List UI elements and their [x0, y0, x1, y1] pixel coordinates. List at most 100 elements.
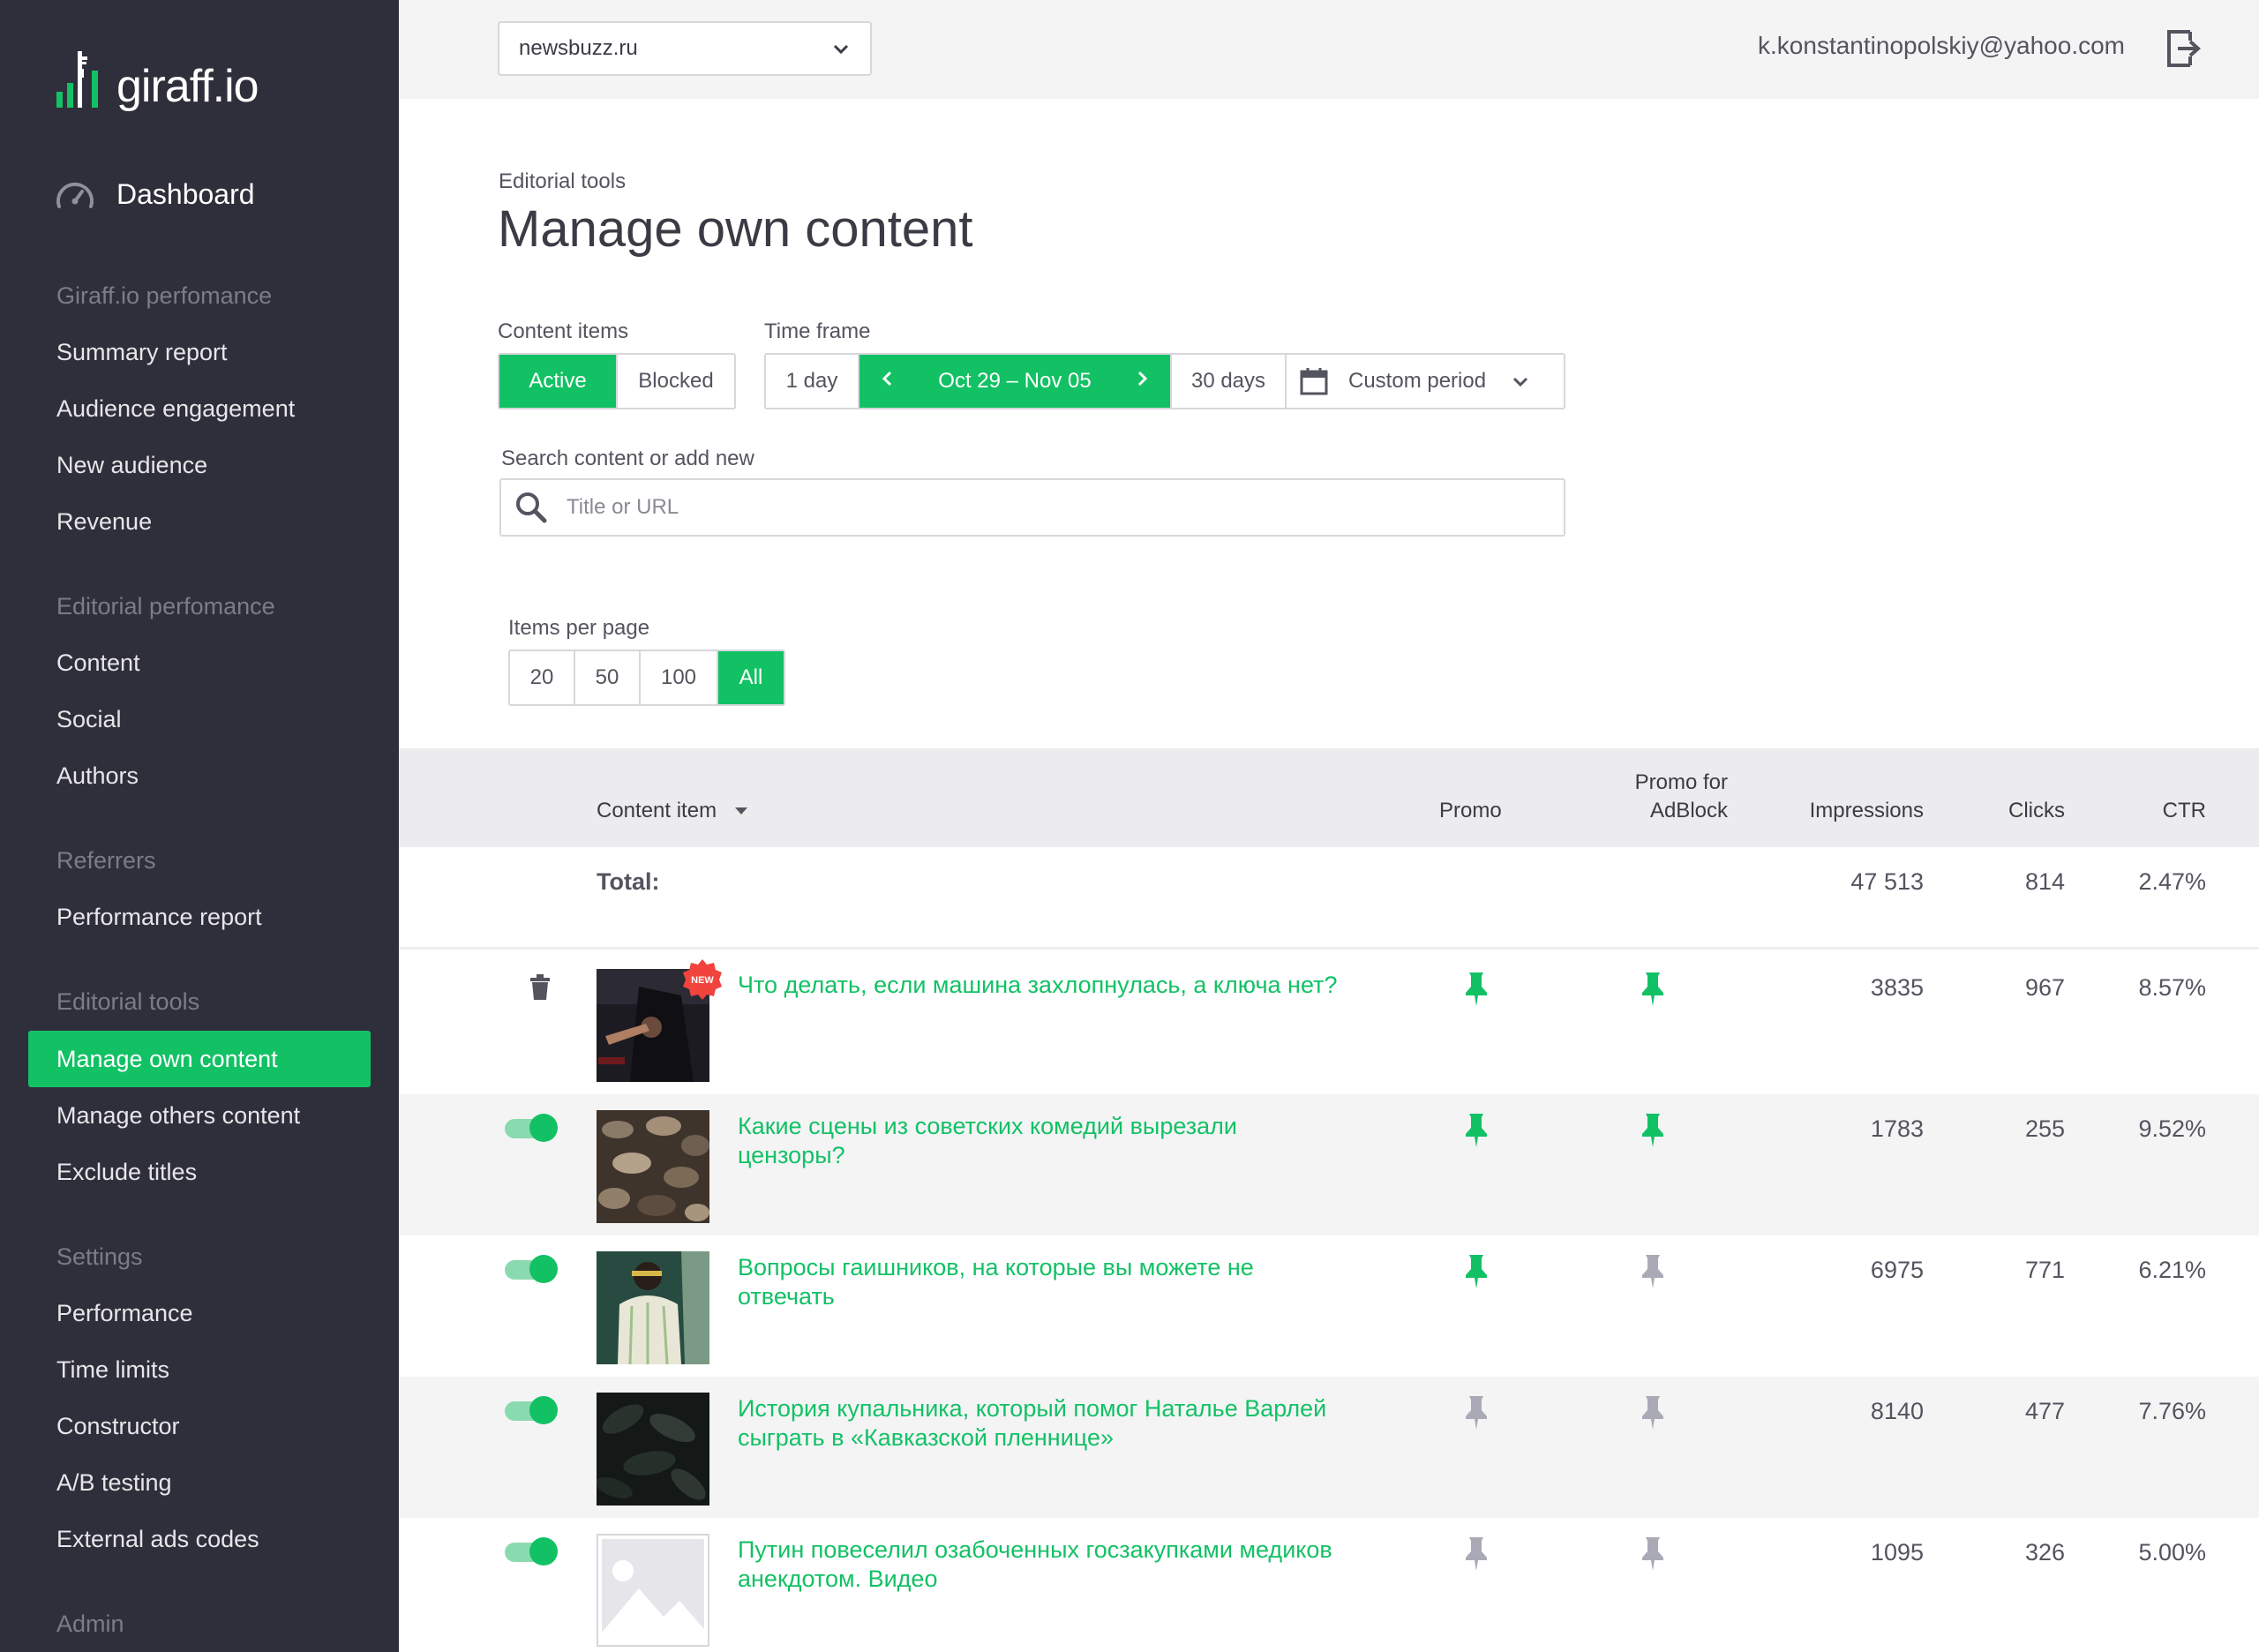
promo-adblock-pin-icon[interactable]: [1641, 1112, 1664, 1152]
column-header-content-item[interactable]: Content item: [597, 797, 748, 825]
content-items-toggle: Active Blocked: [498, 353, 736, 409]
promo-pin-icon[interactable]: [1465, 971, 1488, 1010]
trash-icon[interactable]: [529, 974, 551, 1005]
sidebar-item-time-limits[interactable]: Time limits: [56, 1356, 169, 1384]
time-frame-range: Oct 29 – Nov 05: [859, 355, 1172, 408]
content-title-link[interactable]: Что делать, если машина захлопнулась, а …: [738, 971, 1338, 1000]
promo-pin-icon[interactable]: [1465, 1112, 1488, 1152]
sidebar-item-performance[interactable]: Performance: [56, 1300, 193, 1327]
search-label: Search content or add new: [501, 447, 754, 470]
content-title-link[interactable]: Какие сцены из советских комедий вырезал…: [738, 1112, 1338, 1170]
total-impressions: 47 513: [1850, 868, 1924, 895]
giraffe-bars-icon: [56, 51, 98, 108]
promo-adblock-pin-icon[interactable]: [1641, 971, 1664, 1010]
active-toggle[interactable]: [505, 1114, 558, 1142]
total-clicks: 814: [2024, 868, 2065, 895]
sidebar-section-giraff-performance: Giraff.io perfomance: [56, 282, 273, 309]
row-clicks: 255: [2024, 1115, 2065, 1142]
column-header-impressions[interactable]: Impressions: [1758, 797, 1924, 825]
search-field[interactable]: Title or URL: [499, 478, 1565, 537]
row-impressions: 3835: [1870, 974, 1924, 1001]
table-row: История купальника, который помог Наталь…: [399, 1377, 2259, 1518]
column-header-promo-adblock[interactable]: Promo for AdBlock: [1581, 769, 1728, 825]
table-header: Content item Promo Promo for AdBlock Imp…: [399, 748, 2259, 847]
image-placeholder-icon[interactable]: [597, 1534, 709, 1647]
sidebar-item-authors[interactable]: Authors: [56, 762, 139, 790]
chevron-down-icon: [831, 39, 851, 64]
items-per-page-label: Items per page: [508, 616, 650, 640]
time-frame-30-days-button[interactable]: 30 days: [1172, 355, 1287, 408]
breadcrumb[interactable]: Editorial tools: [499, 169, 626, 194]
column-header-content-item-label: Content item: [597, 799, 717, 822]
row-ctr: 6.21%: [2138, 1257, 2206, 1283]
sidebar-section-settings: Settings: [56, 1243, 143, 1270]
per-page-50-button[interactable]: 50: [575, 651, 641, 704]
per-page-20-button[interactable]: 20: [510, 651, 575, 704]
sidebar-section-editorial-performance: Editorial perfomance: [56, 593, 275, 620]
sidebar-item-content[interactable]: Content: [56, 650, 140, 677]
sidebar-item-manage-own-content[interactable]: Manage own content: [28, 1031, 371, 1087]
column-header-ctr[interactable]: CTR: [2093, 797, 2206, 825]
sidebar-item-exclude-titles[interactable]: Exclude titles: [56, 1159, 197, 1186]
active-toggle[interactable]: [505, 1537, 558, 1566]
brand-logo[interactable]: giraff.io: [55, 41, 259, 111]
row-impressions: 6975: [1870, 1257, 1924, 1283]
logout-icon[interactable]: [2165, 28, 2203, 73]
sidebar-item-summary-report[interactable]: Summary report: [56, 339, 228, 366]
table-row: Вопросы гаишников, на которые вы можете …: [399, 1235, 2259, 1377]
site-select[interactable]: newsbuzz.ru: [498, 21, 872, 76]
promo-adblock-pin-icon[interactable]: [1641, 1536, 1664, 1575]
column-header-promo[interactable]: Promo: [1439, 797, 1502, 825]
row-clicks: 967: [2024, 974, 2065, 1001]
time-frame-control: 1 day Oct 29 – Nov 05 30 days Custom per…: [764, 353, 1565, 409]
sidebar-item-social[interactable]: Social: [56, 706, 122, 733]
promo-adblock-pin-icon[interactable]: [1641, 1394, 1664, 1434]
per-page-100-button[interactable]: 100: [641, 651, 718, 704]
active-toggle[interactable]: [505, 1396, 558, 1424]
chevron-left-icon[interactable]: [881, 369, 895, 394]
time-frame-label: Time frame: [764, 319, 871, 343]
sidebar-item-ab-testing[interactable]: A/B testing: [56, 1469, 172, 1497]
table-row: Путин повеселил озабоченных госзакупками…: [399, 1518, 2259, 1652]
sidebar-item-performance-report[interactable]: Performance report: [56, 904, 262, 931]
content-items-label: Content items: [498, 319, 629, 343]
content-thumbnail[interactable]: [597, 1393, 709, 1506]
user-email: k.konstantinopolskiy@yahoo.com: [1758, 32, 2125, 59]
sidebar-item-audience-engagement[interactable]: Audience engagement: [56, 395, 295, 423]
sidebar-item-constructor[interactable]: Constructor: [56, 1413, 180, 1440]
new-badge-text: NEW: [691, 975, 714, 986]
content-title-link[interactable]: Путин повеселил озабоченных госзакупками…: [738, 1536, 1338, 1594]
promo-pin-icon[interactable]: [1465, 1253, 1488, 1293]
time-frame-1-day-button[interactable]: 1 day: [766, 355, 859, 408]
sidebar-item-revenue[interactable]: Revenue: [56, 508, 152, 536]
table-row: Какие сцены из советских комедий вырезал…: [399, 1094, 2259, 1235]
search-input[interactable]: Title or URL: [567, 495, 679, 520]
calendar-icon: [1299, 366, 1329, 396]
promo-pin-icon[interactable]: [1465, 1394, 1488, 1434]
content-title-link[interactable]: История купальника, который помог Наталь…: [738, 1394, 1338, 1453]
sidebar-item-new-audience[interactable]: New audience: [56, 452, 207, 479]
content-title-link[interactable]: Вопросы гаишников, на которые вы можете …: [738, 1253, 1338, 1311]
content-items-blocked-button[interactable]: Blocked: [618, 355, 734, 408]
content-thumbnail[interactable]: [597, 1110, 709, 1223]
sidebar-item-manage-others-content[interactable]: Manage others content: [56, 1102, 300, 1130]
active-toggle[interactable]: [505, 1255, 558, 1283]
column-header-promo-adblock-line1: Promo for: [1634, 770, 1728, 794]
sidebar-item-external-ads-codes[interactable]: External ads codes: [56, 1526, 259, 1553]
sidebar-section-referrers: Referrers: [56, 847, 156, 874]
promo-pin-icon[interactable]: [1465, 1536, 1488, 1575]
sidebar-section-editorial-tools: Editorial tools: [56, 988, 200, 1015]
chevron-right-icon[interactable]: [1135, 369, 1149, 394]
column-header-clicks[interactable]: Clicks: [1952, 797, 2065, 825]
content-thumbnail[interactable]: [597, 1251, 709, 1364]
per-page-all-button[interactable]: All: [718, 651, 784, 704]
row-clicks: 771: [2024, 1257, 2065, 1283]
new-badge: NEW: [681, 958, 724, 1001]
sidebar-item-dashboard[interactable]: Dashboard: [55, 176, 255, 212]
custom-period-select[interactable]: Custom period: [1287, 355, 1564, 408]
content-items-active-button[interactable]: Active: [499, 355, 618, 408]
sidebar-section-admin: Admin: [56, 1611, 124, 1637]
promo-adblock-pin-icon[interactable]: [1641, 1253, 1664, 1293]
site-select-value: newsbuzz.ru: [519, 36, 638, 60]
search-icon: [514, 490, 549, 525]
